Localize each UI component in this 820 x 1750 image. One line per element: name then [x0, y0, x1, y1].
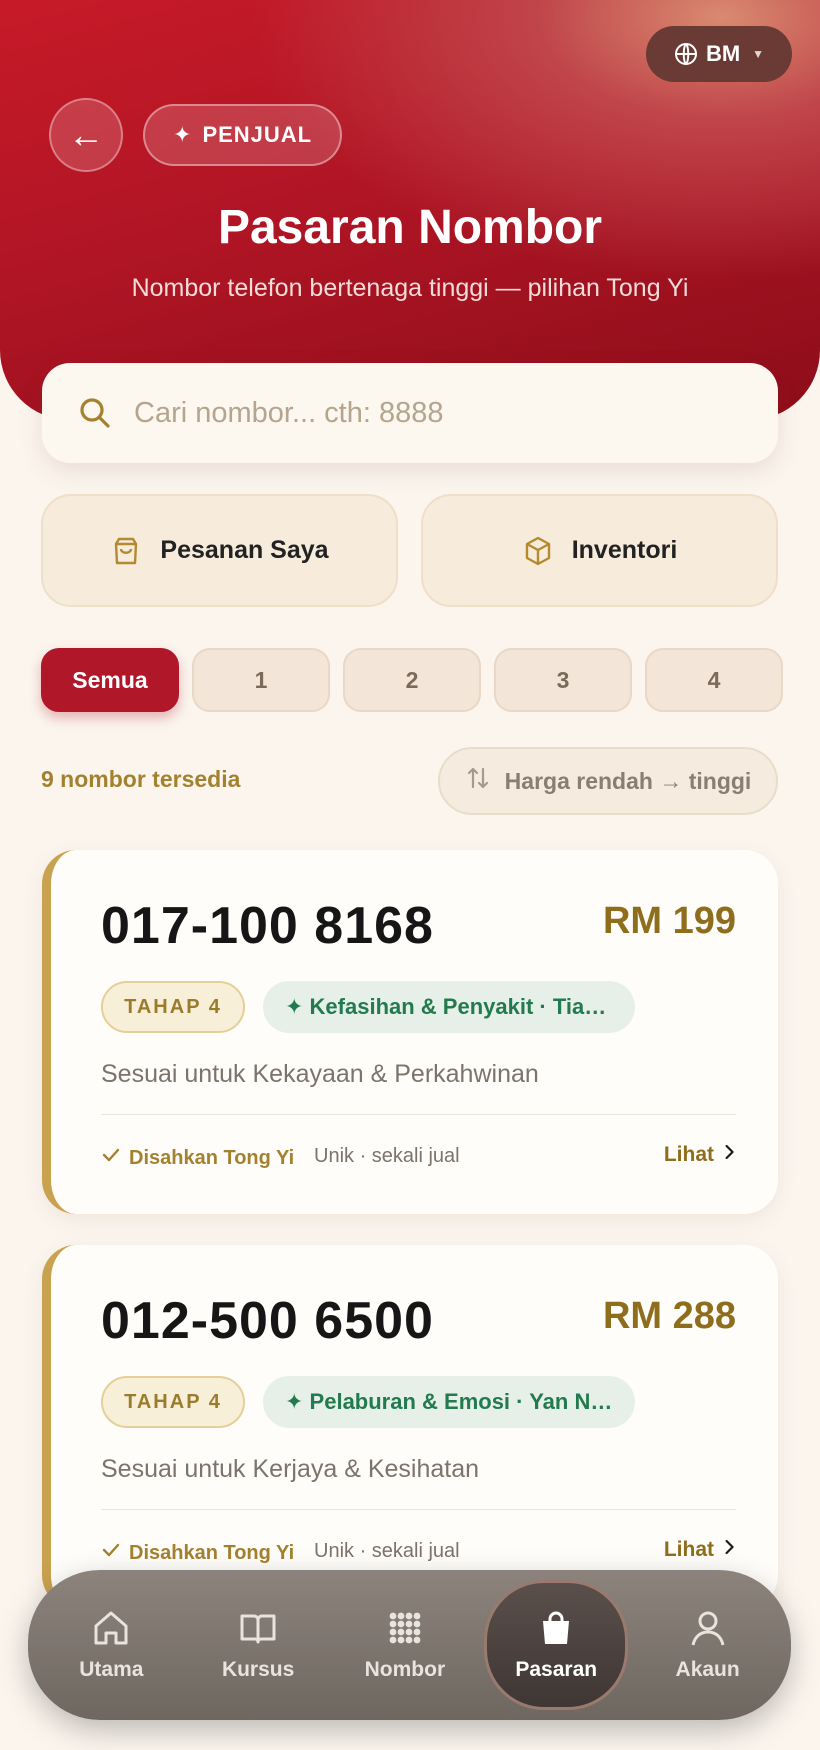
- globe-icon: [674, 42, 698, 66]
- caret-down-icon: ▼: [752, 47, 765, 61]
- shopping-bag-outline-icon: [110, 535, 142, 567]
- nav-item-numbers[interactable]: Nombor: [332, 1580, 479, 1710]
- nav-label: Nombor: [364, 1658, 446, 1681]
- check-icon: [101, 1145, 121, 1171]
- phone-number: 017-100 8168: [101, 897, 434, 955]
- filter-tab-1[interactable]: 1: [192, 648, 330, 712]
- back-button[interactable]: ←: [49, 98, 123, 172]
- search-icon: [78, 396, 112, 430]
- header-banner: BM ▼ ← ✦ PENJUAL Pasaran Nombor Nombor t…: [0, 0, 820, 420]
- nav-label: Kursus: [221, 1658, 295, 1681]
- grid-dots-icon: [385, 1608, 425, 1648]
- chevron-right-icon: [724, 1143, 736, 1167]
- sort-button[interactable]: Harga rendah → tinggi: [438, 747, 778, 815]
- seller-button[interactable]: ✦ PENJUAL: [143, 104, 343, 166]
- user-icon: [688, 1608, 728, 1648]
- attribute-tag: ✦ Kefasihan & Penyakit · Tian Yi: [263, 981, 635, 1033]
- price: RM 199: [602, 900, 736, 942]
- level-badge: TAHAP 4: [101, 981, 245, 1033]
- chevron-right-icon: [724, 1538, 736, 1562]
- verified-text: Disahkan Tong Yi: [129, 1541, 295, 1564]
- page-title: Pasaran Nombor: [217, 201, 603, 254]
- filter-tab-4[interactable]: 4: [645, 648, 783, 712]
- verified-label: Disahkan Tong Yi: [101, 1540, 294, 1566]
- listing-card[interactable]: 017-100 8168 RM 199 TAHAP 4 ✦ Kefasihan …: [42, 850, 778, 1214]
- results-count: 9 nombor tersedia: [41, 766, 241, 792]
- nav-label: Akaun: [675, 1658, 740, 1681]
- attribute-tag-text: ✦ Pelaburan & Emosi · Yan Nian: [285, 1389, 613, 1414]
- view-link[interactable]: Lihat: [664, 1143, 736, 1167]
- filter-tab-3[interactable]: 3: [494, 648, 632, 712]
- my-orders-label: Pesanan Saya: [160, 536, 329, 564]
- search-input[interactable]: [134, 396, 694, 430]
- attribute-tag: ✦ Pelaburan & Emosi · Yan Nian: [263, 1376, 635, 1428]
- verified-label: Disahkan Tong Yi: [101, 1145, 294, 1171]
- inventory-label: Inventori: [571, 536, 678, 564]
- my-orders-button[interactable]: Pesanan Saya: [41, 494, 398, 607]
- sort-label: Harga rendah → tinggi: [504, 767, 752, 794]
- nav-item-account[interactable]: Akaun: [634, 1580, 781, 1710]
- home-icon: [91, 1608, 131, 1648]
- view-link[interactable]: Lihat: [664, 1538, 736, 1562]
- shopping-bag-icon: [536, 1608, 576, 1648]
- filter-tab-all[interactable]: Semua: [41, 648, 179, 712]
- bottom-navigation: Utama Kursus Nombor Pasaran Akaun: [28, 1570, 791, 1720]
- phone-number: 012-500 6500: [101, 1292, 434, 1350]
- box-icon: [522, 535, 554, 567]
- level-filter-tabs: Semua 1 2 3 4: [41, 648, 783, 712]
- inventory-button[interactable]: Inventori: [421, 494, 778, 607]
- listing-description: Sesuai untuk Kekayaan & Perkahwinan: [101, 1060, 539, 1088]
- divider: [101, 1114, 736, 1115]
- book-icon: [238, 1608, 278, 1648]
- language-selector[interactable]: BM ▼: [646, 26, 792, 82]
- search-bar[interactable]: [42, 363, 778, 463]
- nav-item-courses[interactable]: Kursus: [185, 1580, 332, 1710]
- verified-text: Disahkan Tong Yi: [129, 1146, 295, 1169]
- listing-card[interactable]: 012-500 6500 RM 288 TAHAP 4 ✦ Pelaburan …: [42, 1245, 778, 1609]
- unique-label: Unik · sekali jual: [314, 1145, 460, 1167]
- check-icon: [101, 1540, 121, 1566]
- filter-tab-2[interactable]: 2: [343, 648, 481, 712]
- nav-item-home[interactable]: Utama: [38, 1580, 185, 1710]
- arrow-left-icon: ←: [68, 114, 104, 155]
- language-label: BM: [705, 41, 741, 66]
- attribute-tag-text: ✦ Kefasihan & Penyakit · Tian Yi: [285, 994, 613, 1019]
- view-label: Lihat: [663, 1538, 714, 1561]
- sort-arrows-icon: [465, 765, 491, 797]
- view-label: Lihat: [663, 1143, 714, 1166]
- sparkle-icon: ✦: [173, 122, 193, 147]
- nav-label: Pasaran: [515, 1658, 598, 1681]
- divider: [101, 1509, 736, 1510]
- unique-label: Unik · sekali jual: [314, 1540, 460, 1562]
- level-badge: TAHAP 4: [101, 1376, 245, 1428]
- seller-label: PENJUAL: [202, 122, 313, 147]
- nav-label: Utama: [79, 1658, 144, 1681]
- price: RM 288: [602, 1295, 736, 1337]
- page-subtitle: Nombor telefon bertenaga tinggi — piliha…: [131, 274, 689, 302]
- nav-item-marketplace[interactable]: Pasaran: [484, 1580, 629, 1710]
- listing-description: Sesuai untuk Kerjaya & Kesihatan: [101, 1455, 480, 1483]
